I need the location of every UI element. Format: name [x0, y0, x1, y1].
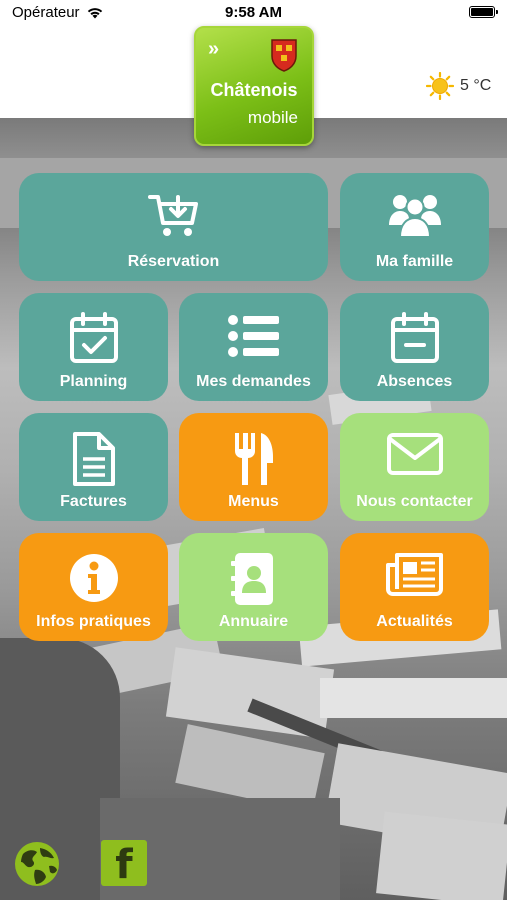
absences-label: Absences: [376, 373, 453, 390]
infos-pratiques-button[interactable]: Infos pratiques: [19, 533, 168, 641]
annuaire-label: Annuaire: [218, 613, 289, 630]
family-icon: [388, 195, 441, 238]
logo-title: Châtenois: [210, 80, 298, 100]
menus-label: Menus: [228, 493, 279, 510]
status-bar: Opérateur 9:58 AM: [0, 0, 507, 26]
factures-button[interactable]: Factures: [19, 413, 168, 521]
document-icon: [72, 432, 115, 486]
cart-icon: [147, 195, 198, 236]
absences-button[interactable]: Absences: [340, 293, 489, 401]
ma-famille-label: Ma famille: [375, 253, 454, 270]
reservation-label: Réservation: [127, 253, 220, 270]
nous-contacter-label: Nous contacter: [356, 493, 473, 510]
nous-contacter-button[interactable]: Nous contacter: [340, 413, 489, 521]
menus-button[interactable]: Menus: [179, 413, 328, 521]
info-icon: [69, 554, 118, 602]
globe-icon[interactable]: [13, 840, 61, 888]
actualites-label: Actualités: [376, 613, 453, 630]
factures-label: Factures: [60, 493, 127, 510]
mes-demandes-label: Mes demandes: [196, 373, 311, 390]
envelope-icon: [386, 433, 443, 475]
planning-label: Planning: [59, 373, 128, 390]
mes-demandes-button[interactable]: Mes demandes: [179, 293, 328, 401]
clock: 9:58 AM: [225, 4, 282, 21]
newspaper-icon: [385, 553, 443, 596]
temperature-label: 5 °C: [460, 77, 492, 94]
calendar-check-icon: [69, 312, 118, 363]
battery-icon: [469, 6, 498, 18]
facebook-glyph: f: [115, 842, 133, 888]
planning-button[interactable]: Planning: [19, 293, 168, 401]
actualites-button[interactable]: Actualités: [340, 533, 489, 641]
logo-subtitle: mobile: [247, 108, 298, 127]
annuaire-button[interactable]: Annuaire: [179, 533, 328, 641]
fork-knife-icon: [234, 433, 273, 485]
address-book-icon: [230, 553, 273, 605]
crest-icon: [271, 39, 297, 72]
reservation-button[interactable]: Réservation: [19, 173, 328, 281]
app-logo: » Châtenois mobile: [194, 26, 314, 146]
infos-pratiques-label: Infos pratiques: [36, 613, 151, 630]
calendar-minus-icon: [390, 312, 439, 363]
double-chevron-icon: »: [208, 38, 219, 60]
facebook-icon[interactable]: f: [101, 840, 147, 888]
list-icon: [227, 315, 279, 357]
ma-famille-button[interactable]: Ma famille: [340, 173, 489, 281]
sun-icon: [426, 72, 454, 100]
